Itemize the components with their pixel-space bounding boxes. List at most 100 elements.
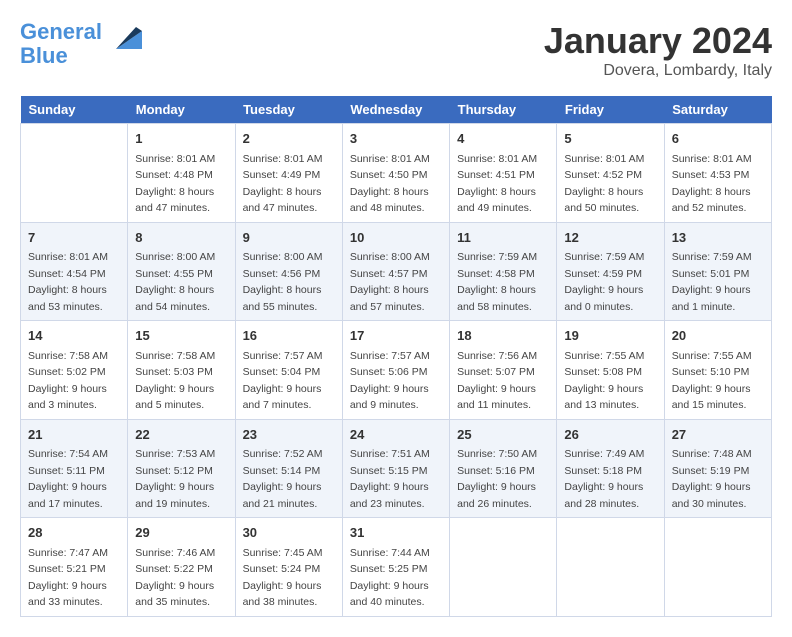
calendar-cell: [21, 124, 128, 223]
page-header: General Blue January 2024 Dovera, Lombar…: [20, 20, 772, 80]
day-number: 31: [350, 523, 442, 543]
calendar-cell: 1 Sunrise: 8:01 AMSunset: 4:48 PMDaylight…: [128, 124, 235, 223]
calendar-cell: 26 Sunrise: 7:49 AMSunset: 5:18 PMDayligh…: [557, 419, 664, 518]
day-number: 21: [28, 425, 120, 445]
col-monday: Monday: [128, 96, 235, 124]
calendar-cell: 12 Sunrise: 7:59 AMSunset: 4:59 PMDayligh…: [557, 222, 664, 321]
calendar-row: 7Sunrise: 8:01 AMSunset: 4:54 PMDaylight…: [21, 222, 772, 321]
calendar-cell: 13Sunrise: 7:59 AMSunset: 5:01 PMDayligh…: [664, 222, 771, 321]
header-row: Sunday Monday Tuesday Wednesday Thursday…: [21, 96, 772, 124]
col-tuesday: Tuesday: [235, 96, 342, 124]
day-info: Sunrise: 7:59 AMSunset: 4:58 PMDaylight:…: [457, 251, 537, 313]
day-number: 25: [457, 425, 549, 445]
calendar-body: 1 Sunrise: 8:01 AMSunset: 4:48 PMDaylight…: [21, 124, 772, 617]
day-number: 2: [243, 129, 335, 149]
logo-line2: Blue: [20, 43, 68, 68]
day-info: Sunrise: 8:01 AMSunset: 4:48 PMDaylight:…: [135, 153, 215, 215]
calendar-cell: 24Sunrise: 7:51 AMSunset: 5:15 PMDayligh…: [342, 419, 449, 518]
day-number: 18: [457, 326, 549, 346]
calendar-cell: [557, 518, 664, 617]
calendar-row: 28 Sunrise: 7:47 AMSunset: 5:21 PMDayligh…: [21, 518, 772, 617]
calendar-cell: 7Sunrise: 8:01 AMSunset: 4:54 PMDaylight…: [21, 222, 128, 321]
logo-text: General Blue: [20, 20, 102, 68]
col-wednesday: Wednesday: [342, 96, 449, 124]
day-info: Sunrise: 7:55 AMSunset: 5:08 PMDaylight:…: [564, 350, 644, 412]
day-info: Sunrise: 7:57 AMSunset: 5:04 PMDaylight:…: [243, 350, 323, 412]
calendar-cell: 22 Sunrise: 7:53 AMSunset: 5:12 PMDayligh…: [128, 419, 235, 518]
calendar-cell: 6Sunrise: 8:01 AMSunset: 4:53 PMDaylight…: [664, 124, 771, 223]
calendar-row: 1 Sunrise: 8:01 AMSunset: 4:48 PMDaylight…: [21, 124, 772, 223]
day-number: 27: [672, 425, 764, 445]
day-info: Sunrise: 7:58 AMSunset: 5:03 PMDaylight:…: [135, 350, 215, 412]
calendar-cell: 19 Sunrise: 7:55 AMSunset: 5:08 PMDayligh…: [557, 321, 664, 420]
calendar-cell: [450, 518, 557, 617]
calendar-cell: 30 Sunrise: 7:45 AMSunset: 5:24 PMDayligh…: [235, 518, 342, 617]
calendar-cell: 3 Sunrise: 8:01 AMSunset: 4:50 PMDaylight…: [342, 124, 449, 223]
month-title: January 2024: [544, 20, 772, 62]
day-info: Sunrise: 7:58 AMSunset: 5:02 PMDaylight:…: [28, 350, 108, 412]
day-number: 29: [135, 523, 227, 543]
day-number: 19: [564, 326, 656, 346]
day-number: 5: [564, 129, 656, 149]
day-number: 20: [672, 326, 764, 346]
day-number: 23: [243, 425, 335, 445]
day-info: Sunrise: 8:00 AMSunset: 4:57 PMDaylight:…: [350, 251, 430, 313]
day-info: Sunrise: 7:56 AMSunset: 5:07 PMDaylight:…: [457, 350, 537, 412]
col-friday: Friday: [557, 96, 664, 124]
day-info: Sunrise: 7:53 AMSunset: 5:12 PMDaylight:…: [135, 448, 215, 510]
day-number: 24: [350, 425, 442, 445]
calendar-cell: 8 Sunrise: 8:00 AMSunset: 4:55 PMDaylight…: [128, 222, 235, 321]
logo: General Blue: [20, 20, 142, 68]
day-info: Sunrise: 7:47 AMSunset: 5:21 PMDaylight:…: [28, 547, 108, 609]
day-number: 4: [457, 129, 549, 149]
day-number: 22: [135, 425, 227, 445]
day-info: Sunrise: 7:48 AMSunset: 5:19 PMDaylight:…: [672, 448, 752, 510]
calendar-cell: 15 Sunrise: 7:58 AMSunset: 5:03 PMDayligh…: [128, 321, 235, 420]
location: Dovera, Lombardy, Italy: [544, 62, 772, 80]
calendar-row: 14 Sunrise: 7:58 AMSunset: 5:02 PMDayligh…: [21, 321, 772, 420]
day-number: 28: [28, 523, 120, 543]
day-number: 12: [564, 228, 656, 248]
calendar-cell: 20 Sunrise: 7:55 AMSunset: 5:10 PMDayligh…: [664, 321, 771, 420]
calendar-cell: 27 Sunrise: 7:48 AMSunset: 5:19 PMDayligh…: [664, 419, 771, 518]
day-number: 26: [564, 425, 656, 445]
day-info: Sunrise: 7:59 AMSunset: 4:59 PMDaylight:…: [564, 251, 644, 313]
day-info: Sunrise: 8:01 AMSunset: 4:50 PMDaylight:…: [350, 153, 430, 215]
calendar-cell: 29 Sunrise: 7:46 AMSunset: 5:22 PMDayligh…: [128, 518, 235, 617]
day-number: 1: [135, 129, 227, 149]
day-number: 13: [672, 228, 764, 248]
day-info: Sunrise: 8:01 AMSunset: 4:51 PMDaylight:…: [457, 153, 537, 215]
day-info: Sunrise: 7:49 AMSunset: 5:18 PMDaylight:…: [564, 448, 644, 510]
day-number: 10: [350, 228, 442, 248]
day-number: 14: [28, 326, 120, 346]
day-info: Sunrise: 8:01 AMSunset: 4:54 PMDaylight:…: [28, 251, 108, 313]
day-number: 9: [243, 228, 335, 248]
day-number: 16: [243, 326, 335, 346]
col-sunday: Sunday: [21, 96, 128, 124]
calendar-cell: 10 Sunrise: 8:00 AMSunset: 4:57 PMDayligh…: [342, 222, 449, 321]
calendar-cell: 31Sunrise: 7:44 AMSunset: 5:25 PMDayligh…: [342, 518, 449, 617]
day-number: 11: [457, 228, 549, 248]
day-number: 30: [243, 523, 335, 543]
calendar-cell: [664, 518, 771, 617]
calendar-cell: 25Sunrise: 7:50 AMSunset: 5:16 PMDayligh…: [450, 419, 557, 518]
calendar-cell: 2 Sunrise: 8:01 AMSunset: 4:49 PMDaylight…: [235, 124, 342, 223]
day-info: Sunrise: 7:46 AMSunset: 5:22 PMDaylight:…: [135, 547, 215, 609]
day-info: Sunrise: 8:01 AMSunset: 4:52 PMDaylight:…: [564, 153, 644, 215]
day-info: Sunrise: 7:55 AMSunset: 5:10 PMDaylight:…: [672, 350, 752, 412]
calendar-cell: 16 Sunrise: 7:57 AMSunset: 5:04 PMDayligh…: [235, 321, 342, 420]
col-saturday: Saturday: [664, 96, 771, 124]
day-info: Sunrise: 8:01 AMSunset: 4:49 PMDaylight:…: [243, 153, 323, 215]
calendar-header: Sunday Monday Tuesday Wednesday Thursday…: [21, 96, 772, 124]
day-number: 15: [135, 326, 227, 346]
day-number: 8: [135, 228, 227, 248]
day-number: 17: [350, 326, 442, 346]
col-thursday: Thursday: [450, 96, 557, 124]
calendar-cell: 11 Sunrise: 7:59 AMSunset: 4:58 PMDayligh…: [450, 222, 557, 321]
day-info: Sunrise: 7:45 AMSunset: 5:24 PMDaylight:…: [243, 547, 323, 609]
day-info: Sunrise: 8:00 AMSunset: 4:55 PMDaylight:…: [135, 251, 215, 313]
day-info: Sunrise: 8:01 AMSunset: 4:53 PMDaylight:…: [672, 153, 752, 215]
day-info: Sunrise: 7:57 AMSunset: 5:06 PMDaylight:…: [350, 350, 430, 412]
day-number: 3: [350, 129, 442, 149]
day-info: Sunrise: 7:54 AMSunset: 5:11 PMDaylight:…: [28, 448, 108, 510]
